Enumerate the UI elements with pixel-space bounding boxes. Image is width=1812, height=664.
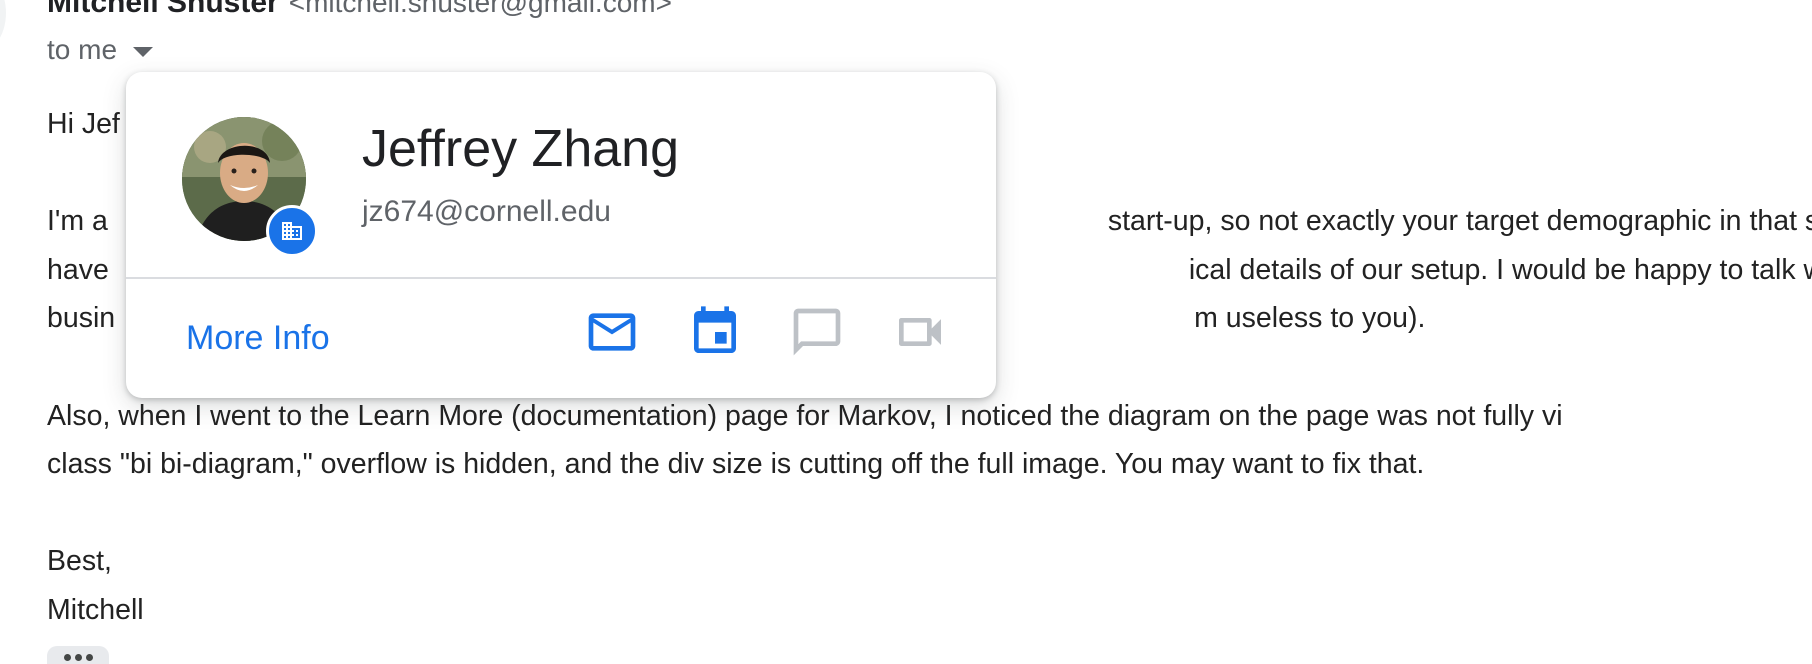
signoff: Best, xyxy=(47,545,112,578)
body-line-left: I'm a xyxy=(47,205,108,238)
schedule-event-button[interactable] xyxy=(687,304,743,360)
recipient-details-toggle[interactable]: to me xyxy=(47,34,154,66)
body-line-right: start-up, so not exactly your target dem… xyxy=(1107,205,1812,238)
chat-button[interactable] xyxy=(789,304,845,360)
send-email-button[interactable] xyxy=(584,304,640,360)
chat-icon xyxy=(793,308,841,356)
signature: Mitchell xyxy=(47,593,144,626)
contact-hovercard: Jeffrey Zhang jz674@cornell.edu More Inf… xyxy=(126,72,996,398)
ellipsis-dot-icon xyxy=(74,654,82,661)
divider xyxy=(126,277,996,279)
sender-header: Mitchell Shuster <mitchell.shuster@gmail.… xyxy=(47,0,672,20)
mail-icon xyxy=(588,313,636,351)
video-call-button[interactable] xyxy=(892,304,948,360)
sender-avatar xyxy=(0,0,6,56)
body-line-left: busin xyxy=(47,302,116,335)
show-trimmed-content-button[interactable] xyxy=(47,646,109,664)
body-line-right: m useless to you). xyxy=(1194,302,1426,335)
video-icon xyxy=(899,318,941,346)
more-info-link[interactable]: More Info xyxy=(186,319,330,358)
body-line-left: have xyxy=(47,253,109,286)
sender-email: <mitchell.shuster@gmail.com> xyxy=(288,0,672,18)
calendar-icon xyxy=(694,306,736,353)
organization-badge xyxy=(266,205,318,257)
building-icon xyxy=(282,222,302,240)
contact-email[interactable]: jz674@cornell.edu xyxy=(362,195,611,229)
ellipsis-dot-icon xyxy=(85,654,93,661)
body-line: Also, when I went to the Learn More (doc… xyxy=(47,399,1563,432)
caret-down-icon[interactable] xyxy=(133,47,154,57)
recipient-label: to me xyxy=(47,34,118,65)
body-line: class "bi bi-diagram," overflow is hidde… xyxy=(47,448,1425,481)
sender-name[interactable]: Mitchell Shuster xyxy=(47,0,279,19)
contact-name: Jeffrey Zhang xyxy=(362,120,680,178)
ellipsis-dot-icon xyxy=(63,654,71,661)
body-line-right: ical details of our setup. I would be ha… xyxy=(1188,253,1812,286)
